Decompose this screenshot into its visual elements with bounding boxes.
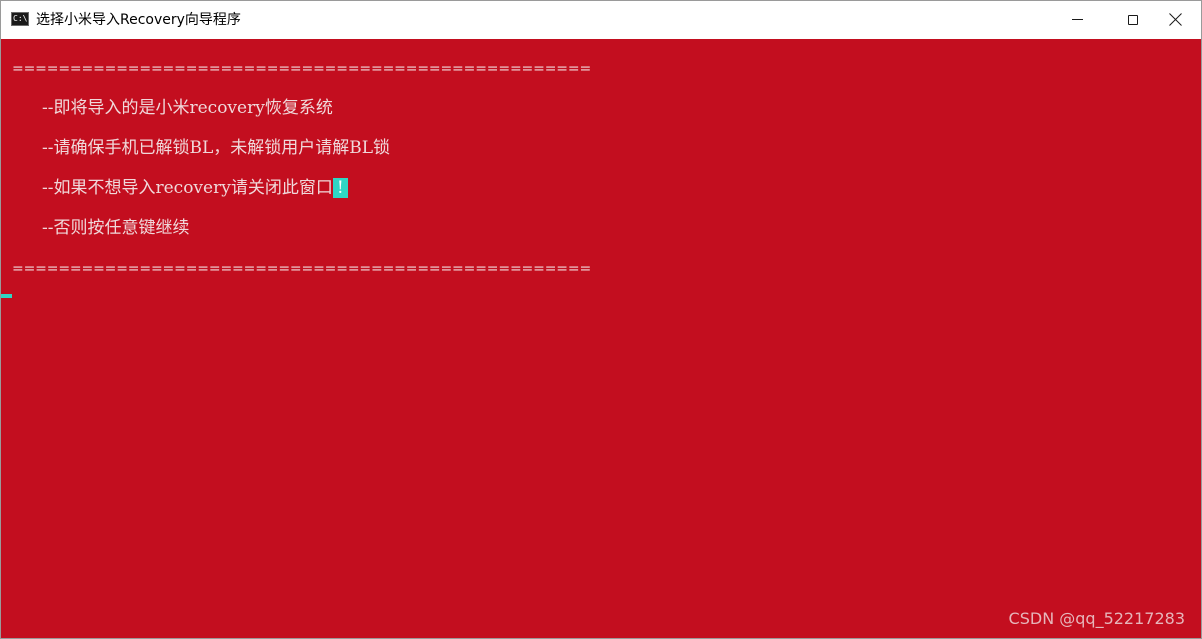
cmd-console-icon[interactable]: C:\ bbox=[11, 12, 29, 26]
console-line-1: --即将导入的是小米recovery恢复系统 bbox=[42, 98, 333, 118]
maximize-icon bbox=[1128, 14, 1138, 25]
separator-bottom: ========================================… bbox=[12, 261, 592, 277]
console-line-3: --如果不想导入recovery请关闭此窗口! bbox=[42, 177, 348, 199]
console-window: C:\ 选择小米导入Recovery向导程序 =================… bbox=[0, 0, 1202, 639]
console-line-3-text: --如果不想导入recovery请关闭此窗口 bbox=[42, 178, 333, 198]
close-button[interactable] bbox=[1149, 1, 1201, 38]
title-bar[interactable]: C:\ 选择小米导入Recovery向导程序 bbox=[1, 1, 1201, 38]
text-cursor bbox=[1, 294, 12, 298]
console-output[interactable]: ========================================… bbox=[1, 39, 1201, 638]
console-line-2: --请确保手机已解锁BL，未解锁用户请解BL锁 bbox=[42, 138, 391, 158]
window-title: 选择小米导入Recovery向导程序 bbox=[36, 12, 241, 28]
separator-top: ========================================… bbox=[12, 61, 592, 77]
minimize-button[interactable] bbox=[1049, 1, 1105, 38]
minimize-icon bbox=[1071, 19, 1083, 20]
console-line-4: --否则按任意键继续 bbox=[42, 218, 190, 238]
watermark: CSDN @qq_52217283 bbox=[1008, 609, 1185, 628]
close-icon bbox=[1169, 13, 1182, 26]
highlighted-exclamation: ! bbox=[332, 178, 348, 198]
